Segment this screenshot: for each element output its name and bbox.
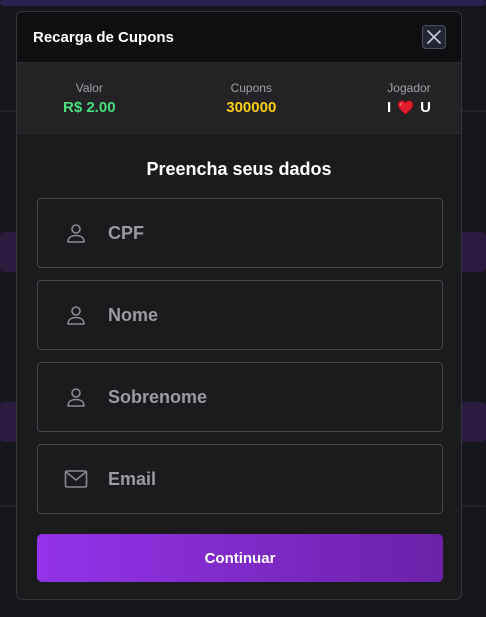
valor-value: R$ 2.00: [63, 98, 116, 116]
summary-cupons: Cupons 300000: [226, 81, 276, 116]
user-icon: [67, 306, 85, 325]
continue-button[interactable]: Continuar: [37, 534, 443, 582]
jogador-value: I U: [387, 99, 431, 116]
modal-title: Recarga de Cupons: [33, 28, 174, 46]
jogador-value-left: I: [386, 98, 392, 116]
cupons-label: Cupons: [230, 80, 272, 95]
jogador-value-right: U: [420, 98, 431, 116]
user-icon: [67, 388, 85, 407]
email-field[interactable]: [37, 444, 443, 514]
close-icon: [427, 30, 441, 44]
summary-jogador: Jogador I U: [387, 81, 431, 116]
form-title: Preencha seus dados: [146, 159, 332, 179]
summary-valor: Valor R$ 2.00: [63, 81, 116, 116]
cpf-field[interactable]: [37, 198, 443, 268]
cupons-value: 300000: [226, 98, 277, 116]
sobrenome-input[interactable]: [106, 385, 410, 409]
heart-icon: [397, 99, 414, 115]
email-input[interactable]: [106, 467, 410, 491]
sobrenome-field[interactable]: [37, 362, 443, 432]
jogador-label: Jogador: [387, 80, 431, 95]
valor-label: Valor: [75, 80, 103, 95]
nome-input[interactable]: [106, 303, 410, 327]
user-icon: [67, 224, 85, 243]
close-button[interactable]: [422, 25, 446, 49]
coupon-recharge-modal: Recarga de Cupons Valor R$ 2.00 Cupons 3…: [16, 11, 462, 600]
cpf-input[interactable]: [106, 221, 410, 245]
mail-icon: [64, 470, 88, 488]
recharge-summary: Valor R$ 2.00 Cupons 300000 Jogador I U: [17, 63, 461, 134]
nome-field[interactable]: [37, 280, 443, 350]
modal-header: Recarga de Cupons: [17, 12, 461, 63]
backdrop-top-bar: [0, 0, 486, 6]
